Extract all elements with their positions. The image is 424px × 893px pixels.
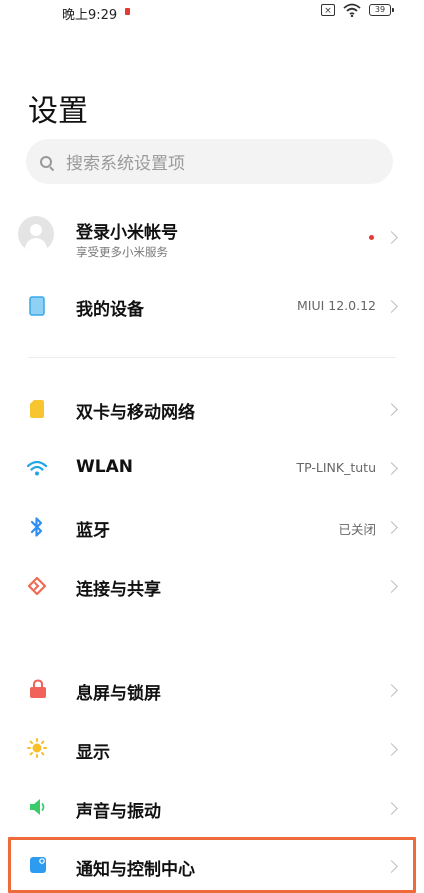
sim-network-row[interactable]: 双卡与移动网络 — [0, 380, 424, 438]
chevron-right-icon — [385, 684, 398, 697]
no-sim-icon: × — [321, 4, 335, 16]
avatar-icon — [18, 216, 54, 252]
bluetooth-icon — [30, 517, 43, 537]
device-icon — [29, 296, 45, 316]
highlight-box — [8, 837, 416, 893]
connection-sharing-title: 连接与共享 — [76, 580, 161, 600]
status-time: 晚上9:29 — [62, 8, 118, 23]
search-icon — [40, 155, 52, 168]
wifi-icon — [27, 460, 47, 476]
lock-screen-title: 息屏与锁屏 — [76, 684, 161, 704]
page-title: 设置 — [28, 94, 88, 129]
chevron-right-icon — [385, 802, 398, 815]
wlan-row[interactable]: WLAN TP-LINK_tutu — [0, 439, 424, 497]
sound-vibration-title: 声音与振动 — [76, 802, 161, 822]
notification-dot-icon — [369, 235, 374, 240]
wlan-ssid: TP-LINK_tutu — [296, 460, 376, 475]
display-title: 显示 — [76, 743, 110, 763]
recording-indicator-icon — [125, 8, 130, 15]
bluetooth-title: 蓝牙 — [76, 521, 110, 541]
section-divider — [28, 357, 396, 358]
share-link-icon — [27, 576, 47, 596]
chevron-right-icon — [385, 743, 398, 756]
bluetooth-status: 已关闭 — [338, 522, 376, 537]
sound-vibration-row[interactable]: 声音与振动 — [0, 779, 424, 837]
bluetooth-row[interactable]: 蓝牙 已关闭 — [0, 498, 424, 556]
chevron-right-icon — [385, 231, 398, 244]
account-title: 登录小米帐号 — [76, 223, 178, 243]
lock-screen-row[interactable]: 息屏与锁屏 — [0, 661, 424, 719]
battery-icon: 39 — [369, 4, 394, 16]
my-device-row[interactable]: 我的设备 MIUI 12.0.12 — [0, 277, 424, 335]
wlan-title: WLAN — [76, 457, 133, 477]
account-row[interactable]: 登录小米帐号 享受更多小米服务 — [0, 204, 424, 268]
chevron-right-icon — [385, 462, 398, 475]
search-placeholder: 搜索系统设置项 — [66, 154, 185, 174]
chevron-right-icon — [385, 521, 398, 534]
chevron-right-icon — [385, 300, 398, 313]
status-icons: × 39 — [321, 3, 394, 17]
speaker-icon — [30, 799, 45, 815]
display-row[interactable]: 显示 — [0, 720, 424, 778]
chevron-right-icon — [385, 580, 398, 593]
connection-sharing-row[interactable]: 连接与共享 — [0, 557, 424, 615]
lock-icon — [30, 679, 46, 698]
miui-version: MIUI 12.0.12 — [297, 298, 376, 313]
account-subtitle: 享受更多小米服务 — [76, 245, 168, 259]
sim-card-icon — [30, 400, 44, 418]
wifi-icon — [343, 3, 361, 17]
search-bar[interactable]: 搜索系统设置项 — [26, 139, 393, 184]
sim-network-title: 双卡与移动网络 — [76, 403, 195, 423]
chevron-right-icon — [385, 403, 398, 416]
my-device-title: 我的设备 — [76, 300, 144, 320]
sun-icon — [27, 738, 47, 758]
